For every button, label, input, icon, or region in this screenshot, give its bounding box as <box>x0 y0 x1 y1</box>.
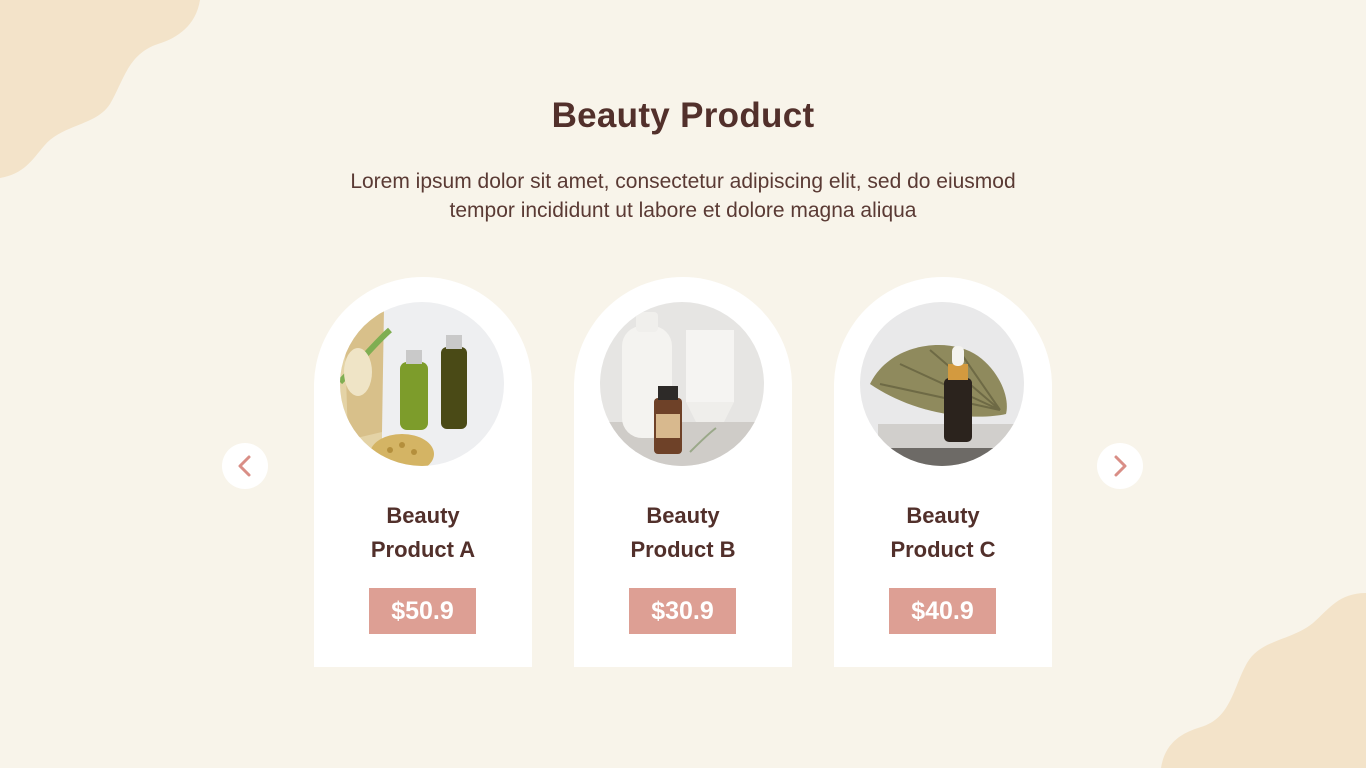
product-card-b[interactable]: Beauty Product B $30.9 <box>574 277 792 667</box>
chevron-right-icon <box>1114 455 1127 477</box>
corner-blob-bottom-right <box>1161 593 1366 768</box>
product-name-a: Beauty Product A <box>370 503 476 562</box>
chevron-left-icon <box>238 455 251 477</box>
product-name-c: Beauty Product C <box>890 503 996 562</box>
product-price-c[interactable]: $40.9 <box>889 588 996 634</box>
page-title: Beauty Product <box>551 96 815 135</box>
product-image-c <box>860 302 1024 466</box>
product-price-b[interactable]: $30.9 <box>629 588 736 634</box>
product-image-a <box>340 302 504 466</box>
product-image-b <box>600 302 764 466</box>
product-price-a[interactable]: $50.9 <box>369 588 476 634</box>
carousel-prev-button[interactable] <box>222 443 268 489</box>
carousel-next-button[interactable] <box>1097 443 1143 489</box>
product-card-a[interactable]: Beauty Product A $50.9 <box>314 277 532 667</box>
product-card-c[interactable]: Beauty Product C $40.9 <box>834 277 1052 667</box>
corner-blob-top-left <box>0 0 200 178</box>
product-name-b: Beauty Product B <box>630 503 736 562</box>
page-description: Lorem ipsum dolor sit amet, consectetur … <box>350 170 1016 222</box>
